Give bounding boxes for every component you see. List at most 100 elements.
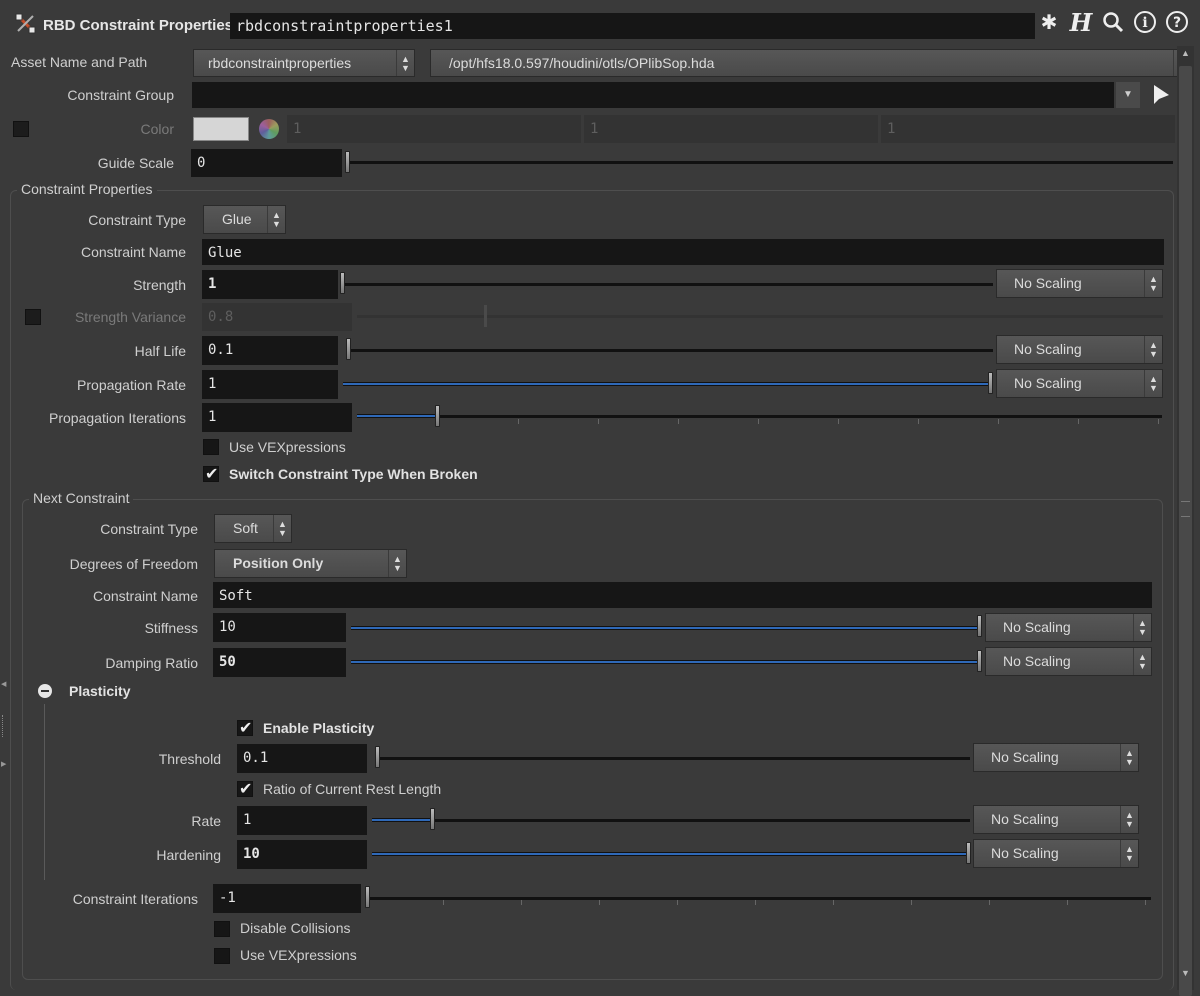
use-vexpressions-checkbox[interactable] <box>203 439 219 455</box>
slider-tick <box>755 900 756 905</box>
rate-slider-handle[interactable] <box>430 808 435 830</box>
half-life-field[interactable]: 0.1 <box>202 336 338 365</box>
propagation-iterations-slider-fill[interactable] <box>357 414 437 418</box>
constraint-iterations-slider-track[interactable] <box>366 897 1151 900</box>
color-wheel-icon[interactable] <box>259 119 279 139</box>
degrees-of-freedom-menu[interactable]: Position Only ▲ ▼ <box>214 549 407 578</box>
slider-tick <box>521 900 522 905</box>
propagation-rate-slider-track[interactable] <box>343 382 991 386</box>
half-life-slider-track[interactable] <box>347 349 993 352</box>
strength-slider-handle[interactable] <box>340 272 345 294</box>
slider-tick <box>838 419 839 424</box>
propagation-iterations-field[interactable]: 1 <box>202 403 352 432</box>
constraint-iterations-slider-handle[interactable] <box>365 886 370 908</box>
damping-ratio-slider-track[interactable] <box>351 660 980 664</box>
plasticity-title[interactable]: Plasticity <box>69 683 130 699</box>
search-icon[interactable] <box>1100 10 1126 36</box>
scrollbar-thumb[interactable] <box>1179 66 1192 996</box>
constraint-group-field[interactable] <box>192 82 1114 108</box>
rate-field[interactable]: 1 <box>237 806 367 835</box>
rate-slider-track[interactable] <box>432 819 970 822</box>
color-toggle-checkbox[interactable] <box>13 121 29 137</box>
stiffness-scaling-menu[interactable]: No Scaling ▲ ▼ <box>985 613 1152 642</box>
scroll-up-icon[interactable]: ▲ <box>1177 48 1194 62</box>
next-constraint-name-field[interactable]: Soft <box>213 582 1152 608</box>
color-b-field[interactable]: 1 <box>881 115 1175 143</box>
group-dropdown-button[interactable]: ▼ <box>1116 82 1140 108</box>
asset-name-menu[interactable]: rbdconstraintproperties ▲ ▼ <box>193 49 415 77</box>
strength-variance-checkbox[interactable] <box>25 309 41 325</box>
pane-splitter-handle[interactable]: ◀ ▶ <box>0 680 6 770</box>
next-constraint-type-value: Soft <box>233 520 258 536</box>
use-vexpressions-2-label: Use VEXpressions <box>240 947 357 963</box>
color-swatch[interactable] <box>193 117 249 141</box>
propagation-iterations-slider-handle[interactable] <box>435 405 440 427</box>
stiffness-field[interactable]: 10 <box>213 613 346 642</box>
constraint-name-field[interactable]: Glue <box>202 239 1164 265</box>
hardening-slider-track[interactable] <box>372 852 968 856</box>
half-life-scaling-menu[interactable]: No Scaling ▲ ▼ <box>996 335 1163 364</box>
node-type-icon <box>14 12 38 36</box>
hardening-field[interactable]: 10 <box>237 840 367 869</box>
guide-scale-slider-handle[interactable] <box>345 151 350 173</box>
color-r-field[interactable]: 1 <box>287 115 581 143</box>
constraint-iterations-field[interactable]: -1 <box>213 884 361 913</box>
disable-collisions-checkbox[interactable] <box>214 921 230 937</box>
color-g-field[interactable]: 1 <box>584 115 878 143</box>
threshold-slider-handle[interactable] <box>375 746 380 768</box>
vertical-scrollbar[interactable]: ▲ ▼ <box>1177 46 1194 996</box>
threshold-slider-track[interactable] <box>376 757 970 760</box>
strength-variance-slider-handle[interactable] <box>484 305 487 327</box>
next-constraint-type-menu[interactable]: Soft ▲ ▼ <box>214 514 292 543</box>
svg-text:i: i <box>1142 15 1147 31</box>
slider-tick <box>599 900 600 905</box>
strength-slider-track[interactable] <box>343 283 993 286</box>
asset-path-menu[interactable]: /opt/hfs18.0.597/houdini/otls/OPlibSop.h… <box>430 49 1192 77</box>
rate-slider-fill[interactable] <box>372 818 432 822</box>
help-icon[interactable]: ? <box>1164 10 1190 36</box>
damping-ratio-slider-handle[interactable] <box>977 650 982 672</box>
collapse-icon[interactable] <box>38 684 52 698</box>
propagation-rate-slider-handle[interactable] <box>988 372 993 394</box>
threshold-field[interactable]: 0.1 <box>237 744 367 773</box>
strength-variance-slider-track[interactable] <box>357 315 1163 318</box>
stiffness-slider-track[interactable] <box>351 626 980 630</box>
rate-scaling-menu[interactable]: No Scaling ▲ ▼ <box>973 805 1139 834</box>
switch-constraint-type-checkbox[interactable]: ✔ <box>203 466 219 483</box>
damping-ratio-field[interactable]: 50 <box>213 648 346 677</box>
use-vexpressions-2-checkbox[interactable] <box>214 948 230 964</box>
strength-scaling-value: No Scaling <box>1014 275 1082 291</box>
threshold-scaling-value: No Scaling <box>991 749 1059 765</box>
hardening-scaling-menu[interactable]: No Scaling ▲ ▼ <box>973 839 1139 868</box>
guide-scale-slider-track[interactable] <box>348 161 1173 164</box>
hardening-slider-handle[interactable] <box>966 842 971 864</box>
threshold-scaling-menu[interactable]: No Scaling ▲ ▼ <box>973 743 1139 772</box>
half-life-slider-handle[interactable] <box>346 338 351 360</box>
enable-plasticity-label: Enable Plasticity <box>263 720 375 736</box>
propagation-iterations-slider-track[interactable] <box>437 415 1162 418</box>
propagation-iterations-label: Propagation Iterations <box>49 410 186 426</box>
strength-field[interactable]: 1 <box>202 270 338 299</box>
constraint-type-menu[interactable]: Glue ▲ ▼ <box>203 205 286 234</box>
houdini-help-icon[interactable]: H <box>1068 10 1094 36</box>
node-name-field[interactable]: rbdconstraintproperties1 <box>230 13 1035 39</box>
gear-icon[interactable]: ✱ <box>1036 10 1062 36</box>
enable-plasticity-checkbox[interactable]: ✔ <box>237 720 253 737</box>
slider-tick <box>443 900 444 905</box>
strength-variance-field[interactable]: 0.8 <box>202 303 352 331</box>
checkmark-icon: ✔ <box>205 466 219 483</box>
constraint-type-label: Constraint Type <box>88 212 186 228</box>
propagation-rate-field[interactable]: 1 <box>202 370 338 399</box>
damping-ratio-scaling-menu[interactable]: No Scaling ▲ ▼ <box>985 647 1152 676</box>
strength-variance-label: Strength Variance <box>74 309 186 325</box>
info-icon[interactable]: i <box>1132 10 1158 36</box>
propagation-rate-scaling-menu[interactable]: No Scaling ▲ ▼ <box>996 369 1163 398</box>
guide-scale-field[interactable]: 0 <box>191 149 342 177</box>
select-arrow-icon[interactable] <box>1150 82 1172 108</box>
slider-tick <box>677 900 678 905</box>
strength-scaling-menu[interactable]: No Scaling ▲ ▼ <box>996 269 1163 298</box>
slider-tick <box>598 419 599 424</box>
stiffness-slider-handle[interactable] <box>977 615 982 637</box>
ratio-rest-length-checkbox[interactable]: ✔ <box>237 781 253 798</box>
scroll-down-icon[interactable]: ▼ <box>1177 968 1194 982</box>
